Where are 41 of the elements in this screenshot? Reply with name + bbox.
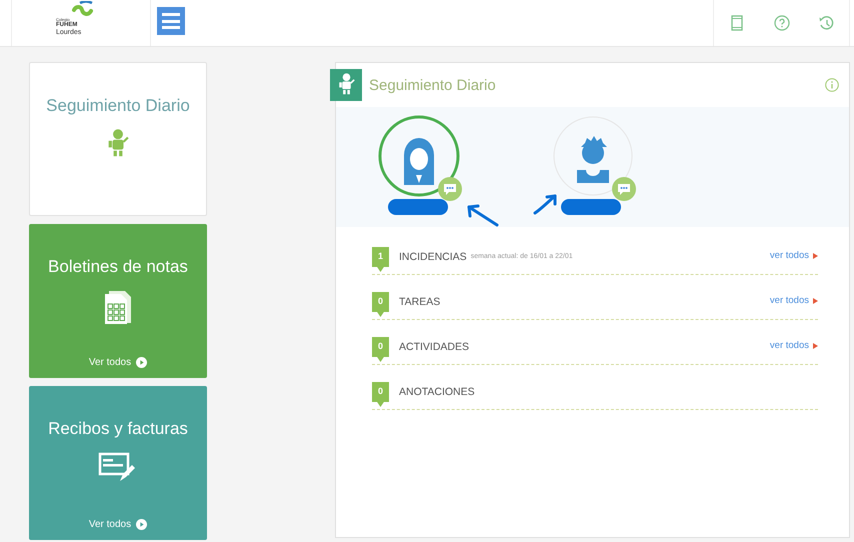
- info-icon[interactable]: [825, 78, 839, 92]
- redaction-mark: [388, 197, 448, 217]
- module-card[interactable]: Boletines de notas Ver todos: [29, 224, 207, 378]
- view-all-link[interactable]: ver todos: [770, 340, 818, 351]
- count-badge: 0: [372, 382, 389, 407]
- leaf-logo-icon: [70, 0, 94, 17]
- receipt-pen-icon: [98, 451, 138, 483]
- caret-icon: [813, 342, 818, 348]
- caret-icon: [813, 298, 818, 304]
- arrow-mark: [466, 203, 500, 227]
- card-title: Recibos y facturas: [48, 419, 188, 439]
- section-title: TAREAS: [399, 296, 440, 308]
- view-all-link[interactable]: ver todos: [770, 250, 818, 261]
- panel-title: Seguimiento Diario: [369, 76, 496, 94]
- card-title: Boletines de notas: [48, 257, 188, 277]
- redaction-mark: [561, 197, 621, 217]
- module-card[interactable]: Seguimiento Diario: [29, 62, 207, 216]
- card-title: Seguimiento Diario: [46, 96, 190, 116]
- section-title: INCIDENCIAS: [399, 251, 467, 263]
- count-badge: 0: [372, 337, 389, 362]
- count-badge: 0: [372, 292, 389, 317]
- section-title: ANOTACIONES: [399, 386, 475, 398]
- play-icon: [136, 357, 148, 368]
- count-badge: 1: [372, 247, 389, 272]
- chat-icon[interactable]: [612, 177, 636, 201]
- section-title: ACTIVIDADES: [399, 341, 470, 353]
- caret-icon: [813, 252, 818, 258]
- tablet-icon: [730, 15, 742, 31]
- chat-icon[interactable]: [438, 177, 462, 201]
- menu-button[interactable]: [157, 7, 185, 35]
- module-card[interactable]: Recibos y facturas Ver todos: [29, 386, 207, 540]
- view-all-link[interactable]: ver todos: [770, 295, 818, 306]
- student-avatar[interactable]: [378, 115, 460, 197]
- view-all-link[interactable]: Ver todos: [88, 519, 148, 530]
- play-icon: [136, 519, 148, 530]
- arrow-mark: [533, 193, 559, 215]
- help-icon: [774, 15, 790, 31]
- history-icon: [818, 15, 835, 31]
- view-all-link[interactable]: Ver todos: [88, 357, 148, 368]
- child-waving-icon: [107, 128, 129, 158]
- spreadsheet-document-icon: [103, 289, 133, 325]
